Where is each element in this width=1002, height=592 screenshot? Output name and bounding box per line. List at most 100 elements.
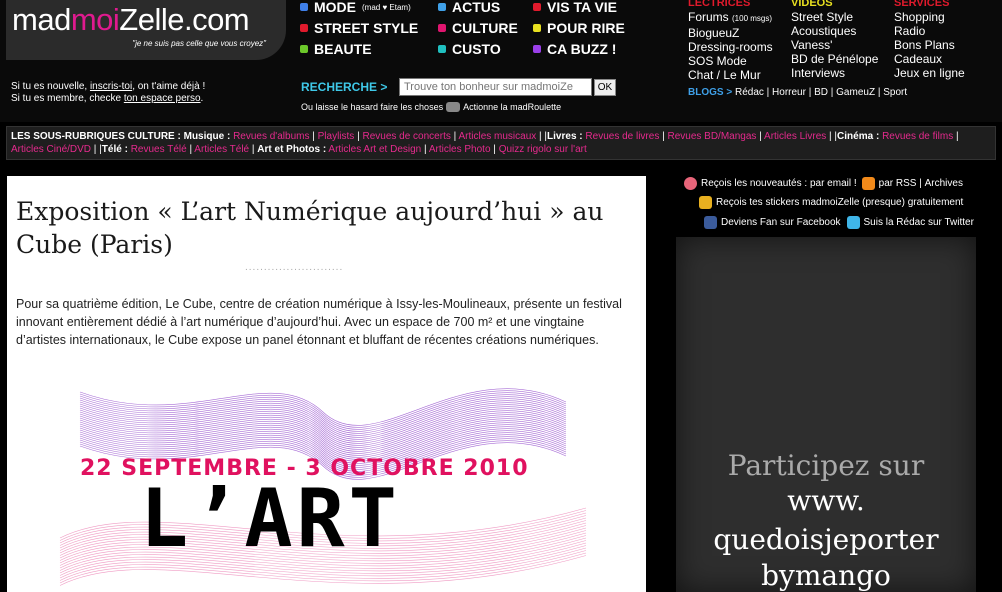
- register-link[interactable]: inscris-toi: [90, 81, 132, 92]
- subsection-link[interactable]: Articles Livres: [764, 131, 826, 142]
- search-label: RECHERCHE >: [301, 80, 388, 94]
- lectrices-link[interactable]: BiogueuZ: [688, 26, 739, 40]
- roulette-link[interactable]: Actionne la madRoulette: [463, 102, 561, 112]
- site-header: madmoiZelle.com "je ne suis pas celle qu…: [0, 0, 1002, 122]
- videos-link[interactable]: Interviews: [791, 66, 845, 80]
- ad-line: quedoisjeporter: [713, 523, 939, 556]
- heart-icon: [684, 177, 697, 190]
- newsletter-email-link[interactable]: Reçois les nouveautés : par email !: [701, 178, 857, 189]
- videos-link[interactable]: Vaness': [791, 38, 832, 52]
- article-lead: Pour sa quatrième édition, Le Cube, cent…: [16, 297, 622, 347]
- subsection-link[interactable]: Playlists: [318, 131, 355, 142]
- videos-link[interactable]: Acoustiques: [791, 24, 856, 38]
- welcome-member: Si tu es membre, checke ton espace perso…: [11, 93, 204, 104]
- lectrices-list: Forums (100 msgs) BiogueuZ Dressing-room…: [688, 10, 773, 82]
- stickers-line: Reçois tes stickers madmoiZelle (presque…: [699, 196, 963, 209]
- videos-link[interactable]: BD de Pénélope: [791, 52, 878, 66]
- logo-tagline: "je ne suis pas celle que vous croyez": [132, 39, 266, 48]
- archives-link[interactable]: Archives: [925, 178, 963, 189]
- ad-line: bymango: [761, 559, 891, 592]
- nav-bullet-icon: [533, 45, 541, 53]
- main-nav: MODE (mad ♥ Etam) STREET STYLE BEAUTE ACT…: [300, 0, 640, 62]
- exhibition-poster: 22 SEPTEMBRE - 3 OCTOBRE 2010 L’ART: [40, 388, 606, 592]
- logo-text: madmoiZelle.com: [12, 2, 250, 37]
- facebook-link[interactable]: Deviens Fan sur Facebook: [721, 217, 841, 228]
- nav-pour-rire[interactable]: POUR RIRE: [533, 18, 625, 38]
- services-link[interactable]: Cadeaux: [894, 52, 942, 66]
- roulette-icon: [446, 102, 461, 112]
- lectrices-link[interactable]: Dressing-rooms: [688, 40, 773, 54]
- subsection-link[interactable]: Revues de concerts: [362, 131, 450, 142]
- nav-bullet-icon: [438, 45, 446, 53]
- videos-list: Street Style Acoustiques Vaness' BD de P…: [791, 10, 878, 80]
- lectrices-link[interactable]: Chat / Le Mur: [688, 68, 761, 82]
- blog-link[interactable]: BD: [814, 87, 828, 98]
- blog-link[interactable]: GameuZ: [836, 87, 875, 98]
- facebook-icon: [704, 216, 717, 229]
- blog-link[interactable]: Sport: [883, 87, 907, 98]
- nav-bullet-icon: [300, 45, 308, 53]
- blogs-label: BLOGS >: [688, 87, 733, 98]
- blog-link[interactable]: Horreur: [772, 87, 806, 98]
- services-link[interactable]: Jeux en ligne: [894, 66, 965, 80]
- stickers-link[interactable]: Reçois tes stickers madmoiZelle (presque…: [716, 197, 963, 208]
- newsletter-line: Reçois les nouveautés : par email ! par …: [684, 177, 963, 190]
- rss-icon: [861, 177, 875, 190]
- subsection-link[interactable]: Articles Télé: [194, 144, 249, 155]
- nav-beaute[interactable]: BEAUTE: [300, 39, 372, 59]
- subsection-link[interactable]: Articles Ciné/DVD: [11, 144, 91, 155]
- title-separator: ..........................: [245, 262, 344, 273]
- member-space-link[interactable]: ton espace perso: [124, 93, 201, 104]
- nav-custo[interactable]: CUSTO: [438, 39, 501, 59]
- site-logo[interactable]: madmoiZelle.com "je ne suis pas celle qu…: [6, 0, 286, 60]
- twitter-link[interactable]: Suis la Rédac sur Twitter: [864, 217, 974, 228]
- subsection-link[interactable]: Revues de livres: [585, 131, 659, 142]
- ad-line: Participez sur: [727, 449, 925, 482]
- services-link[interactable]: Radio: [894, 24, 925, 38]
- nav-bullet-icon: [300, 3, 308, 11]
- advertisement-banner[interactable]: Participez sur www. quedoisjeporter byma…: [676, 237, 976, 592]
- videos-heading: VIDEOS: [791, 0, 833, 9]
- forums-count: (100 msgs): [732, 14, 773, 23]
- lectrices-link[interactable]: SOS Mode: [688, 54, 747, 68]
- rss-link[interactable]: par RSS: [879, 178, 917, 189]
- lectrices-forums-link[interactable]: Forums: [688, 10, 729, 24]
- services-link[interactable]: Bons Plans: [894, 38, 955, 52]
- nav-bullet-icon: [438, 3, 446, 11]
- article-title: Exposition « L’art Numérique aujourd’hui…: [16, 197, 604, 259]
- subsection-link[interactable]: Revues Télé: [131, 144, 187, 155]
- blogs-nav: BLOGS > Rédac | Horreur | BD | GameuZ | …: [688, 87, 908, 98]
- subsection-link[interactable]: Quizz rigolo sur l'art: [499, 144, 587, 155]
- sticker-icon: [699, 196, 712, 209]
- services-link[interactable]: Shopping: [894, 10, 945, 24]
- nav-ca-buzz[interactable]: CA BUZZ !: [533, 39, 616, 59]
- subsection-link[interactable]: Revues de films: [882, 131, 953, 142]
- services-list: Shopping Radio Bons Plans Cadeaux Jeux e…: [894, 10, 965, 80]
- subsection-link[interactable]: Articles Photo: [429, 144, 491, 155]
- nav-actus[interactable]: ACTUS: [438, 0, 500, 17]
- social-line: Deviens Fan sur Facebook Suis la Rédac s…: [704, 216, 974, 229]
- subsection-link[interactable]: Articles Art et Design: [328, 144, 421, 155]
- subsection-link[interactable]: Revues BD/Mangas: [667, 131, 756, 142]
- search-ok-button[interactable]: OK: [594, 79, 616, 96]
- videos-link[interactable]: Street Style: [791, 10, 853, 24]
- welcome-new: Si tu es nouvelle, inscris-toi, on t'aim…: [11, 81, 206, 92]
- nav-vis-ta-vie[interactable]: VIS TA VIE: [533, 0, 617, 17]
- twitter-icon: [846, 216, 860, 229]
- nav-street-style[interactable]: STREET STYLE: [300, 18, 418, 38]
- subsection-link[interactable]: Articles musicaux: [458, 131, 536, 142]
- search-input[interactable]: [399, 78, 592, 96]
- nav-bullet-icon: [533, 24, 541, 32]
- nav-bullet-icon: [300, 24, 308, 32]
- nav-bullet-icon: [533, 3, 541, 11]
- lectrices-heading: LECTRICES: [688, 0, 751, 9]
- poster-headline: L’ART: [140, 472, 401, 565]
- ad-line: www.: [787, 484, 865, 517]
- nav-bullet-icon: [438, 24, 446, 32]
- nav-culture[interactable]: CULTURE: [438, 18, 518, 38]
- services-heading: SERVICES: [894, 0, 950, 9]
- roulette-line: Ou laisse le hasard faire les choses Act…: [301, 102, 562, 112]
- nav-mode[interactable]: MODE (mad ♥ Etam): [300, 0, 411, 17]
- subsection-link[interactable]: Revues d'albums: [233, 131, 309, 142]
- blog-link[interactable]: Rédac: [735, 87, 764, 98]
